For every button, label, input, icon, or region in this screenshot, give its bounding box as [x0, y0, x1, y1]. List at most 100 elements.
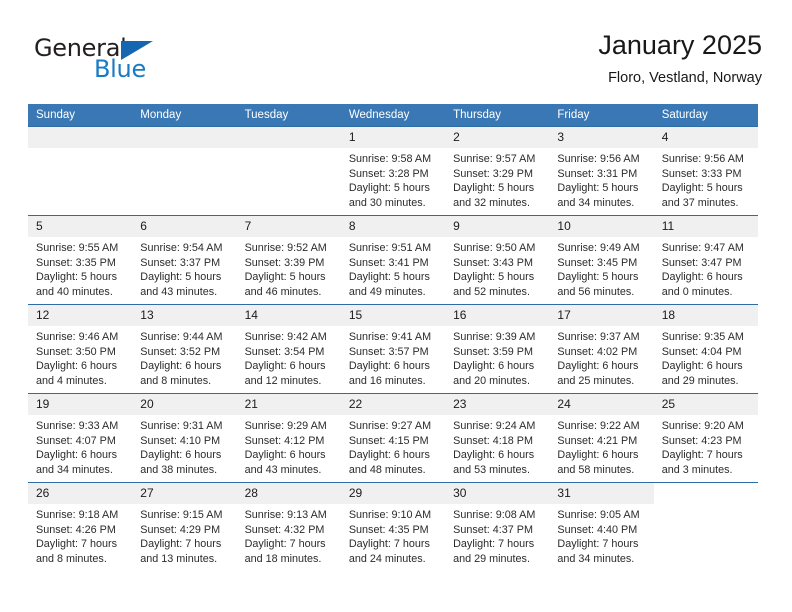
day-cell[interactable]: 30 Sunrise: 9:08 AM Sunset: 4:37 PM Dayligh… — [445, 482, 550, 571]
daylight-text-line1: Daylight: 6 hours — [244, 360, 326, 373]
day-number: 25 — [653, 394, 758, 415]
daylight-text-line2: and 8 minutes. — [36, 552, 107, 565]
daylight-text-line2: and 13 minutes. — [140, 552, 218, 565]
sun-info: Sunrise: 9:41 AM Sunset: 3:57 PM Daylight:… — [341, 326, 445, 388]
sunset-text: Sunset: 4:02 PM — [557, 345, 638, 358]
sunset-text: Sunset: 3:39 PM — [244, 256, 325, 269]
day-cell[interactable]: 29 Sunrise: 9:10 AM Sunset: 4:35 PM Dayligh… — [340, 482, 446, 571]
calendar-table: Sunday Monday Tuesday Wednesday Thursday… — [28, 104, 758, 571]
day-cell[interactable]: 15 Sunrise: 9:41 AM Sunset: 3:57 PM Dayligh… — [340, 304, 446, 394]
day-cell[interactable]: 7 Sunrise: 9:52 AM Sunset: 3:39 PM Daylight… — [236, 215, 341, 305]
sunset-text: Sunset: 4:12 PM — [244, 434, 325, 447]
sunrise-text: Sunrise: 9:55 AM — [36, 242, 119, 254]
day-number: 9 — [445, 216, 550, 237]
day-number — [132, 127, 237, 148]
day-number: 6 — [132, 216, 237, 237]
daylight-text-line2: and 30 minutes. — [348, 196, 426, 209]
day-cell[interactable]: 21 Sunrise: 9:29 AM Sunset: 4:12 PM Dayligh… — [236, 393, 341, 483]
daylight-text-line1: Daylight: 6 hours — [348, 449, 430, 462]
sun-info: Sunrise: 9:52 AM Sunset: 3:39 PM Daylight:… — [237, 237, 341, 299]
sunrise-text: Sunrise: 9:08 AM — [453, 509, 536, 521]
day-number: 15 — [340, 305, 446, 326]
day-number: 5 — [28, 216, 133, 237]
sunset-text: Sunset: 4:26 PM — [36, 523, 116, 536]
day-cell[interactable]: 11 Sunrise: 9:47 AM Sunset: 3:47 PM Dayligh… — [653, 215, 758, 305]
day-cell[interactable]: 23 Sunrise: 9:24 AM Sunset: 4:18 PM Dayligh… — [445, 393, 550, 483]
sunrise-text: Sunrise: 9:47 AM — [661, 242, 744, 254]
daylight-text-line2: and 29 minutes. — [661, 374, 739, 387]
daylight-text-line1: Daylight: 7 hours — [557, 538, 639, 551]
daylight-text-line1: Daylight: 7 hours — [661, 449, 743, 462]
page-header: General Blue January 2025 Floro, Vestlan… — [28, 28, 762, 98]
day-number: 2 — [445, 127, 550, 148]
sun-info: Sunrise: 9:44 AM Sunset: 3:52 PM Daylight:… — [132, 326, 236, 388]
sunrise-text: Sunrise: 9:58 AM — [348, 153, 432, 165]
sunset-text: Sunset: 3:45 PM — [557, 256, 638, 269]
day-number: 29 — [340, 483, 446, 504]
day-cell-empty — [28, 126, 133, 216]
day-cell[interactable]: 12 Sunrise: 9:46 AM Sunset: 3:50 PM Dayligh… — [28, 304, 133, 394]
day-cell[interactable]: 19 Sunrise: 9:33 AM Sunset: 4:07 PM Dayligh… — [28, 393, 133, 483]
day-cell[interactable]: 9 Sunrise: 9:50 AM Sunset: 3:43 PM Daylight… — [445, 215, 550, 305]
calendar-week-row: 26 Sunrise: 9:18 AM Sunset: 4:26 PM Dayligh… — [28, 482, 758, 571]
day-cell[interactable]: 14 Sunrise: 9:42 AM Sunset: 3:54 PM Dayligh… — [236, 304, 341, 394]
day-cell[interactable]: 17 Sunrise: 9:37 AM Sunset: 4:02 PM Dayligh… — [549, 304, 654, 394]
day-cell[interactable]: 16 Sunrise: 9:39 AM Sunset: 3:59 PM Dayligh… — [445, 304, 550, 394]
sunrise-text: Sunrise: 9:31 AM — [140, 420, 223, 432]
sunset-text: Sunset: 3:57 PM — [348, 345, 429, 358]
daylight-text-line2: and 18 minutes. — [244, 552, 322, 565]
day-cell-empty — [132, 126, 237, 216]
day-cell[interactable]: 20 Sunrise: 9:31 AM Sunset: 4:10 PM Dayligh… — [132, 393, 237, 483]
day-cell[interactable]: 5 Sunrise: 9:55 AM Sunset: 3:35 PM Daylight… — [28, 215, 133, 305]
daylight-text-line1: Daylight: 6 hours — [140, 360, 222, 373]
day-number: 14 — [236, 305, 341, 326]
daylight-text-line2: and 0 minutes. — [661, 285, 733, 298]
calendar-page: General Blue January 2025 Floro, Vestlan… — [0, 0, 792, 612]
daylight-text-line1: Daylight: 5 hours — [36, 271, 118, 284]
day-cell[interactable]: 13 Sunrise: 9:44 AM Sunset: 3:52 PM Dayligh… — [132, 304, 237, 394]
weekday-header-saturday: Saturday — [653, 104, 758, 127]
calendar-week-row: 12 Sunrise: 9:46 AM Sunset: 3:50 PM Dayligh… — [28, 304, 758, 394]
day-cell[interactable]: 31 Sunrise: 9:05 AM Sunset: 4:40 PM Dayligh… — [549, 482, 654, 571]
sunrise-text: Sunrise: 9:56 AM — [661, 153, 744, 165]
sunset-text: Sunset: 3:59 PM — [453, 345, 533, 358]
day-number: 28 — [236, 483, 341, 504]
day-cell[interactable]: 4 Sunrise: 9:56 AM Sunset: 3:33 PM Daylight… — [653, 126, 758, 216]
sunset-text: Sunset: 4:23 PM — [661, 434, 742, 447]
sunrise-text: Sunrise: 9:54 AM — [140, 242, 223, 254]
day-number: 24 — [549, 394, 654, 415]
day-cell[interactable]: 1 Sunrise: 9:58 AM Sunset: 3:28 PM Daylight… — [340, 126, 446, 216]
sunrise-text: Sunrise: 9:33 AM — [36, 420, 119, 432]
daylight-text-line1: Daylight: 7 hours — [348, 538, 430, 551]
calendar-body: 1 Sunrise: 9:58 AM Sunset: 3:28 PM Daylight… — [28, 126, 758, 571]
day-cell[interactable]: 28 Sunrise: 9:13 AM Sunset: 4:32 PM Dayligh… — [236, 482, 341, 571]
sunset-text: Sunset: 4:10 PM — [140, 434, 221, 447]
daylight-text-line1: Daylight: 7 hours — [36, 538, 118, 551]
daylight-text-line2: and 20 minutes. — [453, 374, 530, 387]
day-cell[interactable]: 3 Sunrise: 9:56 AM Sunset: 3:31 PM Daylight… — [549, 126, 654, 216]
day-cell[interactable]: 2 Sunrise: 9:57 AM Sunset: 3:29 PM Daylight… — [445, 126, 550, 216]
daylight-text-line2: and 53 minutes. — [453, 463, 530, 476]
day-cell[interactable]: 27 Sunrise: 9:15 AM Sunset: 4:29 PM Dayligh… — [132, 482, 237, 571]
sun-info: Sunrise: 9:13 AM Sunset: 4:32 PM Daylight:… — [237, 504, 341, 566]
day-cell[interactable]: 8 Sunrise: 9:51 AM Sunset: 3:41 PM Daylight… — [340, 215, 446, 305]
generalblue-logo[interactable]: General Blue — [34, 34, 204, 86]
daylight-text-line1: Daylight: 6 hours — [36, 449, 118, 462]
title-block: January 2025 Floro, Vestland, Norway — [598, 28, 762, 89]
day-number: 19 — [28, 394, 133, 415]
day-cell[interactable]: 6 Sunrise: 9:54 AM Sunset: 3:37 PM Daylight… — [132, 215, 237, 305]
sun-info: Sunrise: 9:47 AM Sunset: 3:47 PM Daylight:… — [654, 237, 758, 299]
day-cell[interactable]: 22 Sunrise: 9:27 AM Sunset: 4:15 PM Dayligh… — [340, 393, 446, 483]
daylight-text-line2: and 34 minutes. — [557, 196, 635, 209]
day-cell[interactable]: 26 Sunrise: 9:18 AM Sunset: 4:26 PM Dayligh… — [28, 482, 133, 571]
sunset-text: Sunset: 4:15 PM — [348, 434, 429, 447]
daylight-text-line1: Daylight: 7 hours — [453, 538, 535, 551]
day-cell[interactable]: 25 Sunrise: 9:20 AM Sunset: 4:23 PM Dayligh… — [653, 393, 758, 483]
day-cell[interactable]: 10 Sunrise: 9:49 AM Sunset: 3:45 PM Dayligh… — [549, 215, 654, 305]
day-cell[interactable]: 18 Sunrise: 9:35 AM Sunset: 4:04 PM Dayligh… — [653, 304, 758, 394]
day-number: 30 — [445, 483, 550, 504]
sun-info: Sunrise: 9:57 AM Sunset: 3:29 PM Daylight:… — [445, 148, 549, 210]
sunrise-text: Sunrise: 9:46 AM — [36, 331, 119, 343]
day-cell[interactable]: 24 Sunrise: 9:22 AM Sunset: 4:21 PM Dayligh… — [549, 393, 654, 483]
day-number: 21 — [236, 394, 341, 415]
